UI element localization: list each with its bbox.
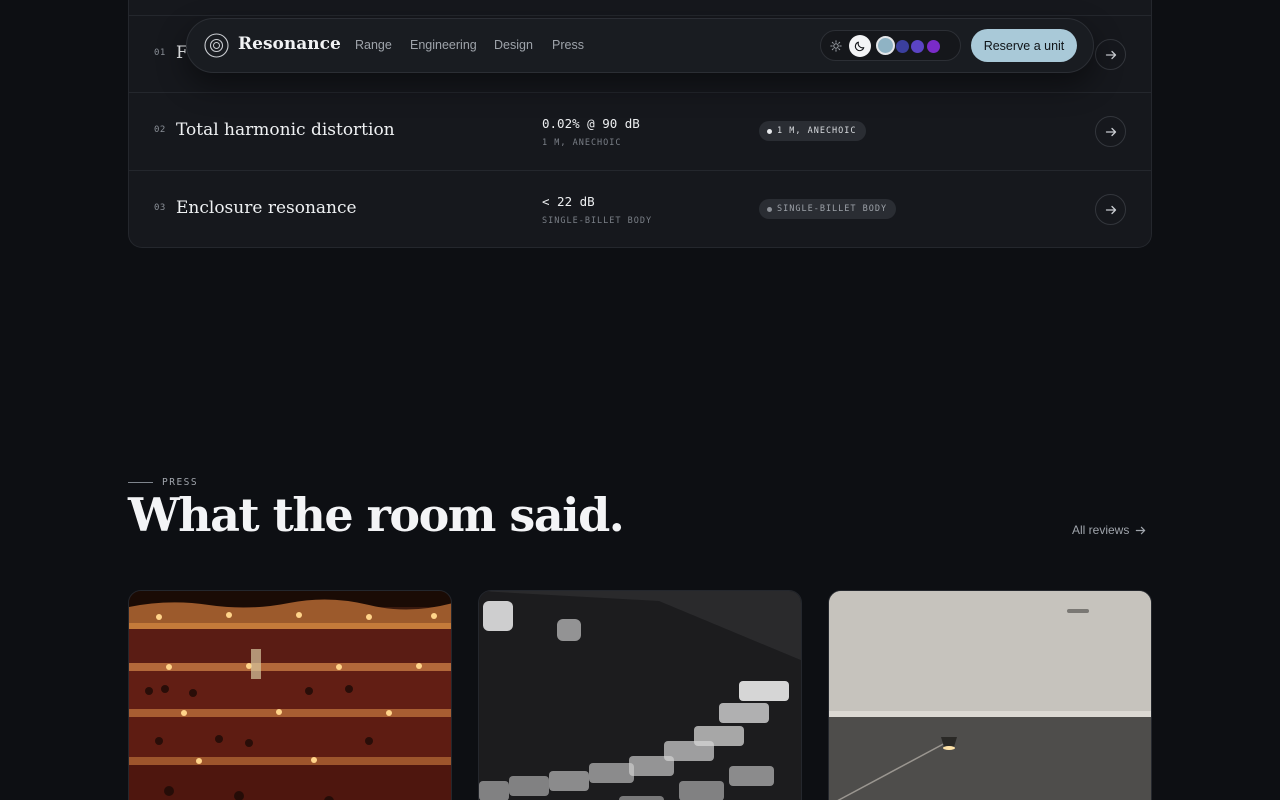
press-card[interactable] [128, 590, 452, 800]
brand-name[interactable]: Resonance [238, 34, 341, 54]
sun-icon [830, 40, 842, 52]
press-card[interactable] [478, 590, 802, 800]
accent-swatch-violet[interactable] [911, 40, 924, 53]
nav-link-engineering[interactable]: Engineering [410, 38, 477, 52]
arrow-right-icon [1136, 526, 1146, 534]
concert-hall-image [129, 591, 451, 800]
row-name: Total harmonic distortion [176, 120, 395, 140]
all-reviews-label: All reviews [1072, 523, 1130, 537]
nav-link-press[interactable]: Press [552, 38, 584, 52]
dark-mode-button[interactable] [849, 35, 871, 57]
row-arrow-button[interactable] [1095, 194, 1126, 225]
mixing-console-image [479, 591, 801, 800]
section-eyebrow: PRESS [162, 477, 199, 488]
row-value: < 22 dB [542, 194, 595, 209]
spec-row[interactable]: 02 Total harmonic distortion 0.02% @ 90 … [129, 92, 1151, 169]
section-title: What the room said. [128, 488, 625, 542]
row-arrow-button[interactable] [1095, 39, 1126, 70]
nav-link-range[interactable]: Range [355, 38, 392, 52]
row-index: 01 [154, 48, 166, 58]
row-tag: SINGLE-BILLET BODY [759, 199, 897, 219]
brand-logo-icon[interactable] [204, 33, 229, 58]
row-arrow-button[interactable] [1095, 116, 1126, 147]
row-tag: 1 M, ANECHOIC [759, 121, 866, 141]
row-index: 02 [154, 125, 166, 135]
arrow-right-icon [1105, 205, 1116, 214]
accent-swatch-teal[interactable] [876, 36, 895, 55]
spec-row[interactable]: 03 Enclosure resonance < 22 dB SINGLE-BI… [129, 170, 1151, 247]
all-reviews-link[interactable]: All reviews [1072, 523, 1146, 537]
light-mode-button[interactable] [825, 35, 847, 57]
row-name: Enclosure resonance [176, 198, 357, 218]
floating-nav: Resonance Range Engineering Design Press… [186, 18, 1094, 73]
arrow-right-icon [1105, 127, 1116, 136]
row-index: 03 [154, 203, 166, 213]
reserve-unit-button[interactable]: Reserve a unit [971, 29, 1077, 62]
room-with-lamp-image [829, 591, 1151, 800]
row-sub: SINGLE-BILLET BODY [542, 216, 653, 226]
press-card[interactable] [828, 590, 1152, 800]
moon-icon [854, 41, 865, 52]
theme-switcher [820, 30, 961, 61]
eyebrow-rule [128, 482, 153, 483]
row-sub: 1 M, ANECHOIC [542, 138, 622, 148]
arrow-right-icon [1105, 50, 1116, 59]
row-value: 0.02% @ 90 dB [542, 116, 640, 131]
accent-swatch-indigo[interactable] [896, 40, 909, 53]
accent-swatch-purple[interactable] [927, 40, 940, 53]
nav-link-design[interactable]: Design [494, 38, 533, 52]
